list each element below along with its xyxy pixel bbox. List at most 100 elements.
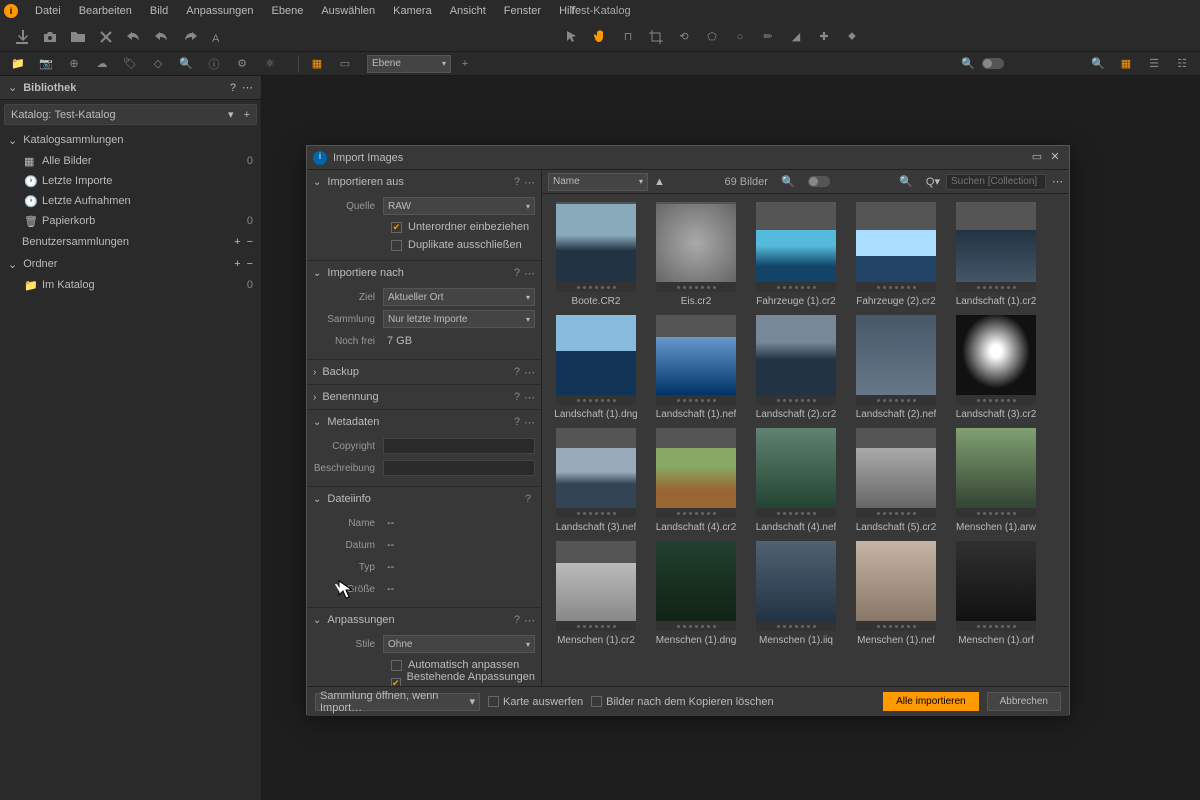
- rating-bar[interactable]: [856, 395, 936, 405]
- menu-anpassungen[interactable]: Anpassungen: [177, 0, 262, 22]
- thumbnail[interactable]: Landschaft (4).cr2: [650, 428, 742, 533]
- menu-bearbeiten[interactable]: Bearbeiten: [70, 0, 141, 22]
- more-icon[interactable]: ⋯: [524, 614, 535, 627]
- remove-icon[interactable]: −: [247, 236, 253, 248]
- adjustments-header[interactable]: ⌄Anpassungen?⋯: [307, 608, 541, 632]
- sort-dir-icon[interactable]: ▲: [654, 176, 665, 188]
- thumbnail[interactable]: Landschaft (1).nef: [650, 315, 742, 420]
- thumbnail[interactable]: Menschen (1).nef: [850, 541, 942, 646]
- tag-icon[interactable]: 🏷: [120, 54, 140, 74]
- help-icon[interactable]: ?: [514, 614, 520, 626]
- folder-icon[interactable]: [68, 27, 88, 47]
- help-icon[interactable]: ?: [514, 176, 520, 188]
- brush-icon[interactable]: ✏: [758, 27, 778, 47]
- library-header[interactable]: ⌄ Bibliothek ? ⋯: [0, 76, 261, 100]
- text-icon[interactable]: A: [208, 27, 228, 47]
- duplicates-checkbox[interactable]: Duplikate ausschließen: [313, 236, 535, 254]
- add-layer-icon[interactable]: +: [455, 54, 475, 74]
- thumbnail[interactable]: Landschaft (4).nef: [750, 428, 842, 533]
- thumbnail[interactable]: Landschaft (3).nef: [550, 428, 642, 533]
- rating-bar[interactable]: [856, 621, 936, 631]
- thumbnail[interactable]: Eis.cr2: [650, 202, 742, 307]
- zoom2-icon[interactable]: 🔍: [896, 172, 916, 192]
- rating-bar[interactable]: [656, 282, 736, 292]
- rating-bar[interactable]: [556, 282, 636, 292]
- help-icon[interactable]: ?: [514, 416, 520, 428]
- remove-icon[interactable]: −: [247, 258, 253, 270]
- thumbnail[interactable]: Landschaft (2).cr2: [750, 315, 842, 420]
- pointer-icon[interactable]: [562, 27, 582, 47]
- copyright-input[interactable]: [383, 438, 535, 454]
- help-icon[interactable]: ?: [525, 493, 531, 505]
- perspective-icon[interactable]: ⬠: [702, 27, 722, 47]
- single-view-icon[interactable]: ▭: [335, 54, 355, 74]
- eraser-icon[interactable]: ⬥: [842, 27, 862, 47]
- undo2-icon[interactable]: [152, 27, 172, 47]
- add-icon[interactable]: +: [234, 258, 240, 270]
- gradient-icon[interactable]: ◢: [786, 27, 806, 47]
- collections-header[interactable]: ⌄ Katalogsammlungen: [0, 129, 261, 151]
- hand-icon[interactable]: [590, 27, 610, 47]
- rating-bar[interactable]: [656, 621, 736, 631]
- menu-fenster[interactable]: Fenster: [495, 0, 550, 22]
- menu-datei[interactable]: Datei: [26, 0, 70, 22]
- rating-bar[interactable]: [756, 395, 836, 405]
- filter-icon[interactable]: ◇: [148, 54, 168, 74]
- layer-dropdown[interactable]: Ebene▾: [367, 55, 451, 73]
- tree-item[interactable]: ▦Alle Bilder0: [0, 151, 261, 171]
- rating-bar[interactable]: [556, 621, 636, 631]
- share-icon[interactable]: ⊕: [64, 54, 84, 74]
- subfolders-checkbox[interactable]: ✔Unterordner einbeziehen: [313, 218, 535, 236]
- tree-item[interactable]: 📁Im Katalog0: [0, 275, 261, 295]
- menu-ansicht[interactable]: Ansicht: [441, 0, 495, 22]
- collection-dropdown[interactable]: Nur letzte Importe▾: [383, 310, 535, 328]
- tool3-icon[interactable]: ⊓: [618, 27, 638, 47]
- tree-item[interactable]: 🗑Papierkorb0: [0, 211, 261, 231]
- camera2-icon[interactable]: 📷: [36, 54, 56, 74]
- thumbnail[interactable]: Fahrzeuge (1).cr2: [750, 202, 842, 307]
- thumbnail[interactable]: Menschen (1).orf: [950, 541, 1042, 646]
- menu-auswählen[interactable]: Auswählen: [312, 0, 384, 22]
- more-icon[interactable]: ⋯: [524, 416, 535, 429]
- help-icon[interactable]: ?: [514, 366, 520, 378]
- info-icon[interactable]: ⓘ: [204, 54, 224, 74]
- thumbnail-grid[interactable]: Boote.CR2Eis.cr2Fahrzeuge (1).cr2Fahrzeu…: [542, 194, 1069, 686]
- style-dropdown[interactable]: Ohne▾: [383, 635, 535, 653]
- description-input[interactable]: [383, 460, 535, 476]
- thumbnail[interactable]: Menschen (1).cr2: [550, 541, 642, 646]
- close-icon[interactable]: [96, 27, 116, 47]
- naming-header[interactable]: ›Benennung?⋯: [307, 385, 541, 409]
- grid-view-icon[interactable]: ▦: [307, 54, 327, 74]
- help-icon[interactable]: ?: [514, 391, 520, 403]
- crop-icon[interactable]: [646, 27, 666, 47]
- thumbnail[interactable]: Landschaft (2).nef: [850, 315, 942, 420]
- more-icon[interactable]: ⋯: [242, 81, 253, 94]
- eject-checkbox[interactable]: Karte auswerfen: [488, 696, 583, 708]
- rating-bar[interactable]: [656, 395, 736, 405]
- nodes-icon[interactable]: ⚛: [260, 54, 280, 74]
- more-icon[interactable]: ⋯: [1052, 175, 1063, 188]
- thumbnail[interactable]: Boote.CR2: [550, 202, 642, 307]
- detail-view-icon[interactable]: ☷: [1172, 54, 1192, 74]
- dialog-titlebar[interactable]: i Import Images ▭ ✕: [307, 146, 1069, 170]
- backup-header[interactable]: ›Backup?⋯: [307, 360, 541, 384]
- metadata-header[interactable]: ⌄Metadaten?⋯: [307, 410, 541, 434]
- thumbnail[interactable]: Menschen (1).dng: [650, 541, 742, 646]
- rating-bar[interactable]: [756, 282, 836, 292]
- catalog-selector[interactable]: Katalog: Test-Katalog ▾ +: [4, 104, 257, 125]
- menu-kamera[interactable]: Kamera: [384, 0, 441, 22]
- thumbnail[interactable]: Fahrzeuge (2).cr2: [850, 202, 942, 307]
- help-icon[interactable]: ?: [230, 82, 236, 94]
- zoom-in-icon[interactable]: 🔍: [1088, 54, 1108, 74]
- search2-icon[interactable]: 🔍: [176, 54, 196, 74]
- help-icon[interactable]: ?: [514, 267, 520, 279]
- rating-bar[interactable]: [956, 282, 1036, 292]
- fileinfo-header[interactable]: ⌄Dateiinfo?: [307, 487, 541, 511]
- import-icon[interactable]: [12, 27, 32, 47]
- import-from-header[interactable]: ⌄Importieren aus?⋯: [307, 170, 541, 194]
- sort-dropdown[interactable]: Name▾: [548, 173, 648, 191]
- rating-bar[interactable]: [756, 508, 836, 518]
- size-toggle[interactable]: [808, 176, 830, 187]
- zoom-toggle[interactable]: [982, 58, 1004, 69]
- import-to-header[interactable]: ⌄Importiere nach?⋯: [307, 261, 541, 285]
